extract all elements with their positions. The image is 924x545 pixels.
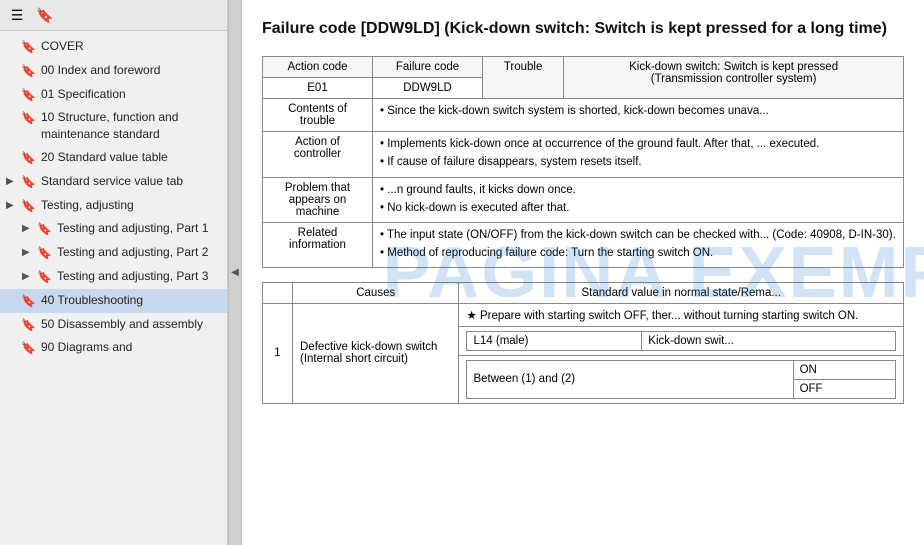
problem-value: ...n ground faults, it kicks down once. …	[373, 177, 904, 222]
sidebar-item-20-standard[interactable]: 🔖 20 Standard value table	[0, 146, 227, 170]
sidebar-item-testing-adj[interactable]: ▶🔖 Testing, adjusting	[0, 194, 227, 218]
bookmark-icon: 🔖	[37, 245, 52, 262]
sidebar-item-label: Testing and adjusting, Part 2	[57, 244, 219, 261]
bookmark-icon: 🔖	[21, 317, 36, 334]
sidebar-item-standard-service[interactable]: ▶🔖 Standard service value tab	[0, 170, 227, 194]
sidebar-item-label: 40 Troubleshooting	[41, 292, 219, 309]
sidebar-item-label: Testing, adjusting	[41, 197, 219, 214]
sidebar-item-00-index[interactable]: 🔖 00 Index and foreword	[0, 59, 227, 83]
sidebar-item-cover[interactable]: 🔖 COVER	[0, 35, 227, 59]
bookmark-icon: 🔖	[21, 340, 36, 357]
sidebar-item-label: 01 Specification	[41, 86, 219, 103]
bookmark-icon[interactable]: 🔖	[34, 4, 56, 26]
sidebar-item-testing-adj-1[interactable]: ▶🔖 Testing and adjusting, Part 1	[0, 217, 227, 241]
related-value: The input state (ON/OFF) from the kick-d…	[373, 222, 904, 267]
causes-table: Causes Standard value in normal state/Re…	[262, 282, 904, 404]
bookmark-icon: 🔖	[21, 39, 36, 56]
cause-note: ★ Prepare with starting switch OFF, ther…	[459, 303, 904, 326]
sidebar-toolbar: ☰ 🔖	[0, 0, 227, 31]
bookmark-icon: 🔖	[21, 150, 36, 167]
sidebar-item-10-structure[interactable]: 🔖 10 Structure, function and maintenance …	[0, 106, 227, 146]
contents-label: Contents oftrouble	[263, 99, 373, 132]
sidebar-item-40-trouble[interactable]: 🔖 40 Troubleshooting	[0, 289, 227, 313]
col-trouble-desc: Kick-down switch: Switch is kept pressed…	[564, 57, 904, 99]
bookmark-icon: 🔖	[21, 174, 36, 191]
sidebar-item-label: Standard service value tab	[41, 173, 219, 190]
sidebar-item-testing-adj-3[interactable]: ▶🔖 Testing and adjusting, Part 3	[0, 265, 227, 289]
sidebar-item-label: COVER	[41, 38, 219, 55]
main-content: PAGINA EXEMPLU Failure code [DDW9LD] (Ki…	[242, 0, 924, 545]
cause-num: 1	[263, 303, 293, 403]
sidebar: ☰ 🔖 🔖 COVER 🔖 00 Index and foreword 🔖 01 Spec…	[0, 0, 228, 545]
bookmark-icon: 🔖	[21, 110, 36, 127]
col-trouble-header: Trouble	[483, 57, 564, 99]
causes-header: Causes	[293, 282, 459, 303]
sidebar-item-label: Testing and adjusting, Part 3	[57, 268, 219, 285]
sidebar-item-label: 20 Standard value table	[41, 149, 219, 166]
arrow-icon: ▶	[6, 199, 18, 213]
bookmark-icon: 🔖	[21, 63, 36, 80]
bookmark-icon: 🔖	[37, 221, 52, 238]
page-title: Failure code [DDW9LD] (Kick-down switch:…	[262, 18, 904, 40]
bookmark-icon: 🔖	[21, 87, 36, 104]
col-failure-code: Failure code	[373, 57, 483, 78]
sidebar-item-label: 10 Structure, function and maintenance s…	[41, 109, 219, 143]
sidebar-nav: 🔖 COVER 🔖 00 Index and foreword 🔖 01 Specific…	[0, 31, 227, 545]
sidebar-item-label: Testing and adjusting, Part 1	[57, 220, 219, 237]
col-action-code: Action code	[263, 57, 373, 78]
failure-code-value: DDW9LD	[373, 78, 483, 99]
causes-num-header	[263, 282, 293, 303]
menu-icon[interactable]: ☰	[6, 4, 28, 26]
sidebar-item-label: 90 Diagrams and	[41, 339, 219, 356]
bookmark-icon: 🔖	[37, 269, 52, 286]
arrow-icon: ▶	[22, 270, 34, 284]
contents-value: Since the kick-down switch system is sho…	[373, 99, 904, 132]
bookmark-icon: 🔖	[21, 198, 36, 215]
sidebar-item-label: 50 Disassembly and assembly	[41, 316, 219, 333]
action-label: Action ofcontroller	[263, 132, 373, 177]
related-label: Relatedinformation	[263, 222, 373, 267]
sidebar-item-01-spec[interactable]: 🔖 01 Specification	[0, 83, 227, 107]
arrow-icon: ▶	[6, 175, 18, 189]
bookmark-icon: 🔖	[21, 293, 36, 310]
standard-value-header: Standard value in normal state/Rema...	[459, 282, 904, 303]
problem-label: Problem thatappears onmachine	[263, 177, 373, 222]
cause-desc: Defective kick-down switch(Internal shor…	[293, 303, 459, 403]
cause-between: Between (1) and (2) ON OFF	[459, 355, 904, 403]
sidebar-item-50-disassembly[interactable]: 🔖 50 Disassembly and assembly	[0, 313, 227, 337]
sidebar-item-90-diagrams[interactable]: 🔖 90 Diagrams and	[0, 336, 227, 360]
sidebar-item-testing-adj-2[interactable]: ▶🔖 Testing and adjusting, Part 2	[0, 241, 227, 265]
sidebar-item-label: 00 Index and foreword	[41, 62, 219, 79]
arrow-icon: ▶	[22, 246, 34, 260]
info-table: Action code Failure code Trouble Kick-do…	[262, 56, 904, 268]
arrow-icon: ▶	[22, 222, 34, 236]
collapse-panel-button[interactable]: ◀	[228, 0, 242, 545]
action-code-value: E01	[263, 78, 373, 99]
cause-connector: L14 (male) Kick-down swit...	[459, 326, 904, 355]
action-value: Implements kick-down once at occurrence …	[373, 132, 904, 177]
